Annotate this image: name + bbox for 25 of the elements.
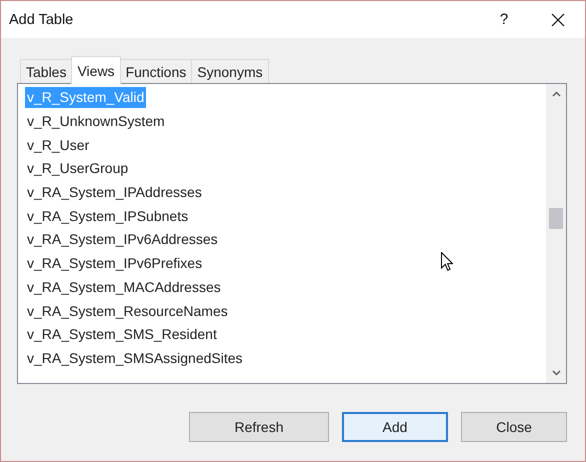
scrollbar-thumb[interactable] [549, 208, 563, 229]
list-item[interactable]: v_R_UnknownSystem [25, 111, 167, 132]
scroll-up-icon[interactable] [552, 91, 560, 97]
scroll-down-icon[interactable] [552, 370, 560, 376]
tab[interactable]: Tables [20, 59, 72, 83]
window-title: Add Table [9, 12, 74, 28]
list-item[interactable]: v_RA_System_IPv6Addresses [25, 229, 220, 250]
tab[interactable]: Views [71, 56, 121, 84]
scrollbar[interactable] [546, 84, 566, 383]
dialog-button[interactable]: Refresh [189, 412, 329, 442]
list-item[interactable]: v_RA_System_ResourceNames [25, 300, 230, 322]
list-item[interactable]: v_RA_System_IPSubnets [25, 206, 190, 227]
tab[interactable]: Synonyms [191, 59, 269, 83]
close-icon [551, 12, 565, 26]
dialog-button[interactable]: Add [342, 412, 448, 442]
list-item[interactable]: v_RA_System_SMSAssignedSites [25, 348, 245, 369]
list-item[interactable]: v_R_User [25, 134, 92, 156]
list-item[interactable]: v_RA_System_MACAddresses [25, 276, 223, 298]
list-item[interactable]: v_R_UserGroup [25, 158, 130, 180]
mouse-pointer-icon [441, 252, 453, 271]
list-item[interactable]: v_RA_System_IPAddresses [25, 182, 204, 204]
dialog-button[interactable]: Close [461, 412, 567, 442]
list-item[interactable]: v_RA_System_SMS_Resident [25, 324, 219, 346]
help-button[interactable]: ? [477, 1, 531, 38]
list-item[interactable]: v_RA_System_IPv6Prefixes [25, 253, 204, 274]
